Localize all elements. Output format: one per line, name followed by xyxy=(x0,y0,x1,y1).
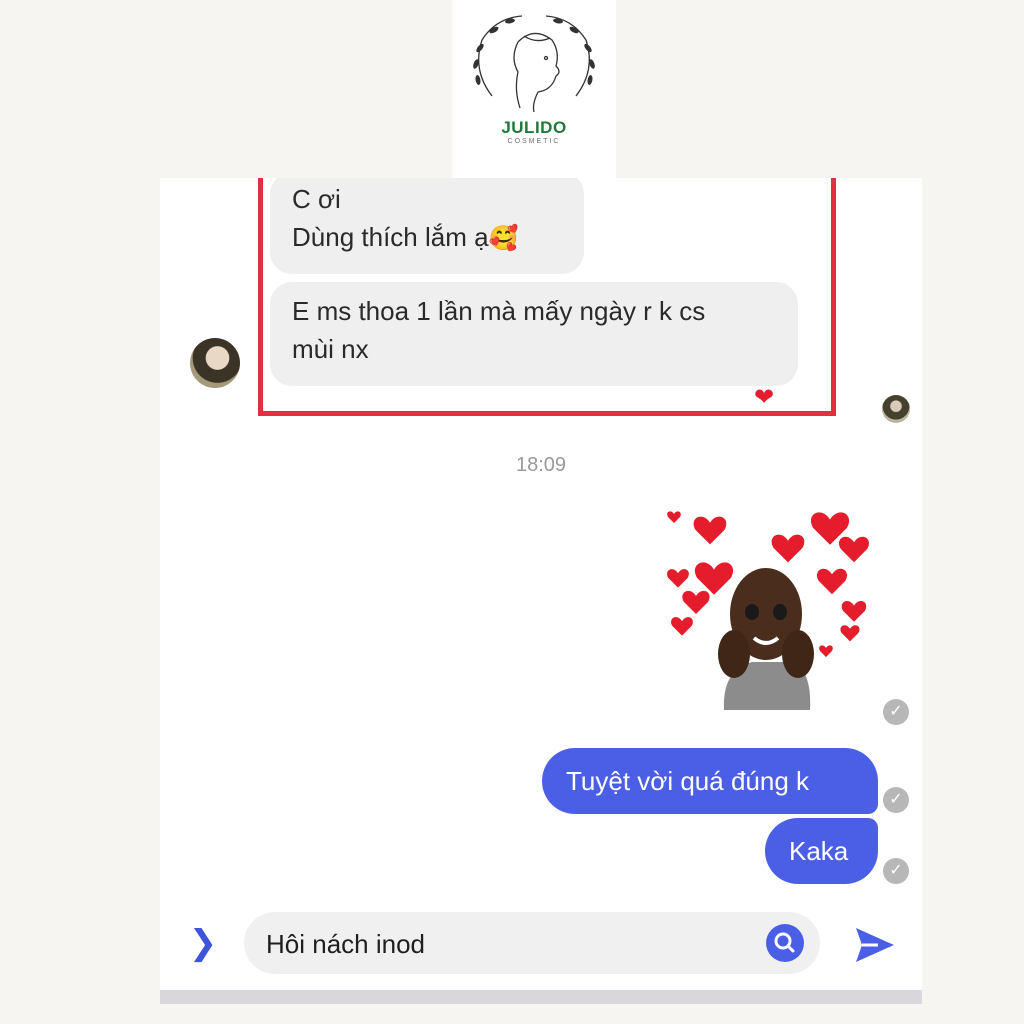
brand-name: JULIDO xyxy=(501,118,567,137)
read-receipt-icon: ✓ xyxy=(883,787,909,813)
read-receipt-icon: ✓ xyxy=(883,858,909,884)
message-composer xyxy=(244,912,820,974)
contact-avatar[interactable] xyxy=(190,338,240,388)
brand-logo-card: JULIDO COSMETIC xyxy=(452,0,616,178)
brand-tagline: COSMETIC xyxy=(507,138,561,145)
heart-reaction-icon[interactable]: ❤ xyxy=(749,384,779,412)
read-receipt-icon: ✓ xyxy=(883,699,909,725)
outgoing-message[interactable]: Kaka xyxy=(765,818,878,884)
hearts-avatar-sticker[interactable] xyxy=(660,504,880,724)
send-icon[interactable] xyxy=(852,922,898,968)
message-timestamp: 18:09 xyxy=(515,454,567,476)
highlight-box xyxy=(258,178,836,416)
message-input[interactable] xyxy=(264,922,748,966)
search-icon[interactable] xyxy=(766,924,804,962)
chat-screenshot: C ơi Dùng thích lắm ạ🥰 E ms thoa 1 lần m… xyxy=(160,178,922,1002)
outgoing-message[interactable]: Tuyệt vời quá đúng k xyxy=(542,748,878,814)
woman-profile-logo xyxy=(473,15,595,113)
chevron-right-icon[interactable]: ❯ xyxy=(188,926,218,960)
bottom-bar xyxy=(160,990,922,1004)
seen-avatar xyxy=(882,395,910,423)
